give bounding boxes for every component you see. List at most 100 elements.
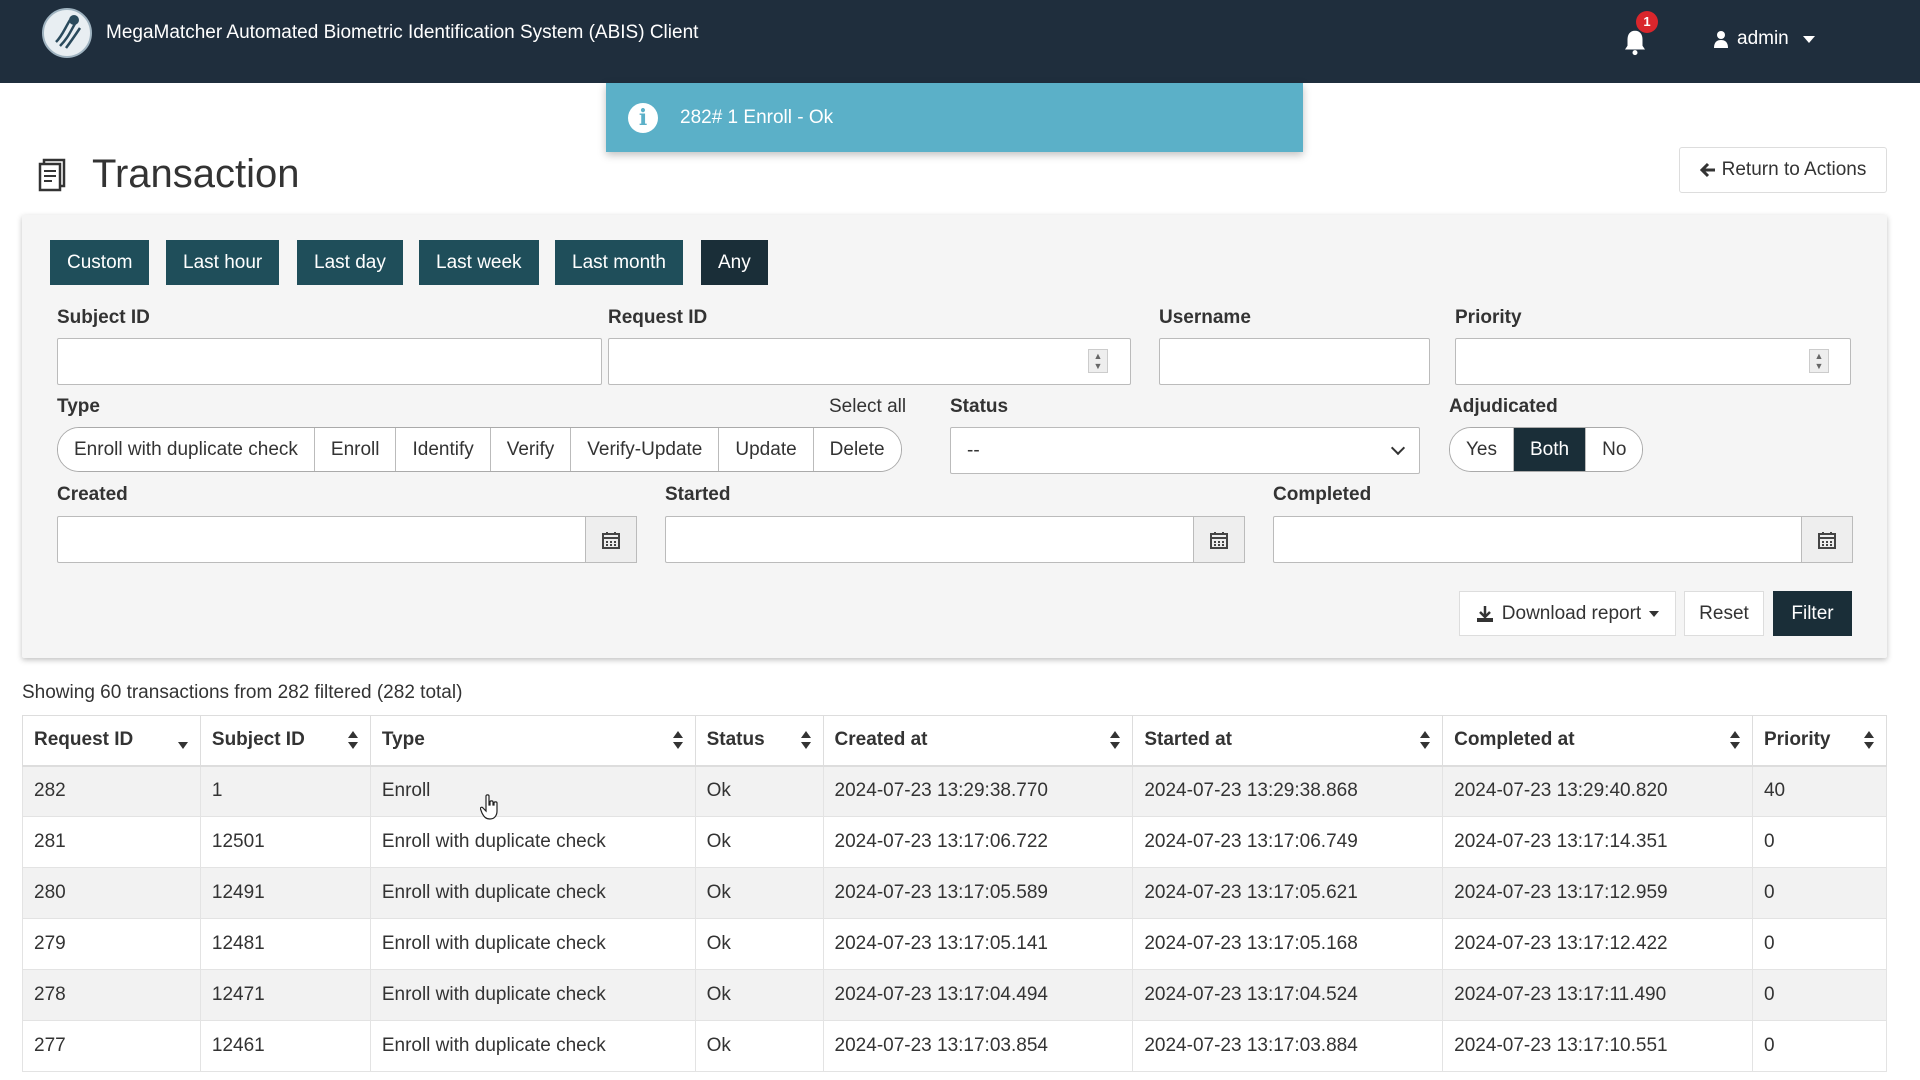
column-header-created-at[interactable]: Created at <box>822 715 1134 767</box>
cell-subject-id: 12501 <box>199 816 371 868</box>
status-select[interactable]: -- <box>950 427 1420 474</box>
request-id-input[interactable] <box>608 338 1131 385</box>
select-all-link[interactable]: Select all <box>829 396 906 418</box>
range-any-button[interactable]: Any <box>701 240 768 285</box>
download-report-button[interactable]: Download report <box>1459 591 1676 636</box>
adjudicated-no-button[interactable]: No <box>1586 428 1643 471</box>
page-title: Transaction <box>92 152 300 196</box>
priority-label: Priority <box>1455 307 1522 328</box>
column-header-type[interactable]: Type <box>369 715 696 767</box>
table-row[interactable]: 281 12501 Enroll with duplicate check Ok… <box>22 816 1888 868</box>
results-summary: Showing 60 transactions from 282 filtere… <box>22 682 463 703</box>
range-last-hour-button[interactable]: Last hour <box>166 240 280 285</box>
info-icon: i <box>628 102 658 133</box>
reset-button[interactable]: Reset <box>1684 591 1764 636</box>
created-label: Created <box>57 484 128 505</box>
cell-type: Enroll <box>369 765 696 817</box>
calendar-icon <box>602 531 620 549</box>
return-to-actions-button[interactable]: Return to Actions <box>1679 147 1887 193</box>
type-delete-button[interactable]: Delete <box>813 428 901 471</box>
range-last-day-button[interactable]: Last day <box>297 240 403 285</box>
adjudicated-label: Adjudicated <box>1449 396 1558 417</box>
adjudicated-yes-button[interactable]: Yes <box>1450 428 1514 471</box>
notification-badge: 1 <box>1636 11 1658 33</box>
username-label: Username <box>1159 307 1251 328</box>
cell-created-at: 2024-07-23 13:17:05.141 <box>822 918 1134 970</box>
cell-status: Ok <box>694 918 824 970</box>
type-enroll-button[interactable]: Enroll <box>314 428 397 471</box>
filter-button[interactable]: Filter <box>1773 591 1852 636</box>
cell-request-id: 280 <box>22 867 201 919</box>
created-calendar-button[interactable] <box>585 516 637 563</box>
user-menu[interactable]: admin <box>1713 28 1815 50</box>
sort-icon <box>1420 731 1431 750</box>
hand-cursor-icon <box>480 794 498 820</box>
arrow-left-icon <box>1699 162 1715 178</box>
cell-request-id: 278 <box>22 969 201 1021</box>
column-header-priority[interactable]: Priority <box>1751 715 1888 767</box>
cell-subject-id: 12491 <box>199 867 371 919</box>
table-row[interactable]: 280 12491 Enroll with duplicate check Ok… <box>22 867 1888 919</box>
completed-calendar-button[interactable] <box>1801 516 1853 563</box>
cell-completed-at: 2024-07-23 13:17:11.490 <box>1442 969 1753 1021</box>
column-header-subject-id[interactable]: Subject ID <box>199 715 371 767</box>
type-identify-button[interactable]: Identify <box>396 428 491 471</box>
sort-icon <box>1729 731 1740 750</box>
type-verify-button[interactable]: Verify <box>490 428 572 471</box>
calendar-icon <box>1210 531 1228 549</box>
cell-priority: 0 <box>1751 918 1888 970</box>
calendar-icon <box>1818 531 1836 549</box>
column-header-request-id[interactable]: Request ID <box>22 715 201 767</box>
priority-input[interactable] <box>1455 338 1851 385</box>
download-report-label: Download report <box>1501 602 1642 624</box>
type-update-button[interactable]: Update <box>719 428 814 471</box>
cell-priority: 0 <box>1751 867 1888 919</box>
username-input[interactable] <box>1159 338 1430 385</box>
completed-date-input[interactable] <box>1273 516 1803 563</box>
sort-icon <box>1110 731 1121 750</box>
adjudicated-both-button[interactable]: Both <box>1514 428 1587 471</box>
created-date-input[interactable] <box>57 516 587 563</box>
range-last-month-button[interactable]: Last month <box>555 240 683 285</box>
range-custom-button[interactable]: Custom <box>50 240 150 285</box>
cell-created-at: 2024-07-23 13:17:06.722 <box>822 816 1134 868</box>
cell-started-at: 2024-07-23 13:17:06.749 <box>1132 816 1444 868</box>
column-header-completed-at[interactable]: Completed at <box>1442 715 1753 767</box>
adjudicated-button-group: Yes Both No <box>1449 427 1644 472</box>
started-date-input[interactable] <box>665 516 1195 563</box>
type-enroll-duplicate-check-button[interactable]: Enroll with duplicate check <box>58 428 315 471</box>
cell-created-at: 2024-07-23 13:17:04.494 <box>822 969 1134 1021</box>
type-verify-update-button[interactable]: Verify-Update <box>571 428 720 471</box>
notification-toast[interactable]: i 282# 1 Enroll - Ok <box>606 83 1303 152</box>
request-id-stepper[interactable]: ▲ ▼ <box>1088 349 1108 373</box>
app-title: MegaMatcher Automated Biometric Identifi… <box>106 22 699 43</box>
document-icon <box>38 158 66 192</box>
cell-status: Ok <box>694 969 824 1021</box>
cell-priority: 0 <box>1751 969 1888 1021</box>
column-header-started-at[interactable]: Started at <box>1132 715 1444 767</box>
priority-stepper[interactable]: ▲ ▼ <box>1809 349 1829 373</box>
cell-priority: 0 <box>1751 816 1888 868</box>
cell-started-at: 2024-07-23 13:17:03.884 <box>1132 1020 1444 1072</box>
cell-request-id: 279 <box>22 918 201 970</box>
cell-type: Enroll with duplicate check <box>369 816 696 868</box>
subject-id-input[interactable] <box>57 338 602 385</box>
table-header-row: Request ID Subject ID Type Status Create… <box>22 715 1888 767</box>
table-row[interactable]: 282 1 Enroll Ok 2024-07-23 13:29:38.770 … <box>22 765 1888 817</box>
range-last-week-button[interactable]: Last week <box>419 240 539 285</box>
column-header-status[interactable]: Status <box>694 715 824 767</box>
cell-completed-at: 2024-07-23 13:17:12.959 <box>1442 867 1753 919</box>
table-row[interactable]: 278 12471 Enroll with duplicate check Ok… <box>22 969 1888 1021</box>
cell-completed-at: 2024-07-23 13:17:14.351 <box>1442 816 1753 868</box>
table-row[interactable]: 279 12481 Enroll with duplicate check Ok… <box>22 918 1888 970</box>
transactions-table: Request ID Subject ID Type Status Create… <box>22 715 1888 1072</box>
table-row[interactable]: 277 12461 Enroll with duplicate check Ok… <box>22 1020 1888 1072</box>
cell-completed-at: 2024-07-23 13:17:10.551 <box>1442 1020 1753 1072</box>
user-name: admin <box>1737 28 1789 49</box>
status-label: Status <box>950 396 1009 417</box>
cell-started-at: 2024-07-23 13:17:04.524 <box>1132 969 1444 1021</box>
started-calendar-button[interactable] <box>1193 516 1245 563</box>
started-label: Started <box>665 484 731 505</box>
logo-icon <box>42 8 92 58</box>
cell-started-at: 2024-07-23 13:17:05.168 <box>1132 918 1444 970</box>
